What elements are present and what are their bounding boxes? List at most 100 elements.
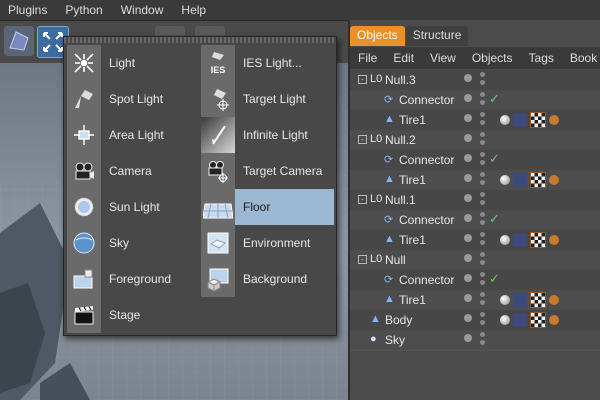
- editor-visibility-dot-icon[interactable]: [480, 92, 485, 97]
- render-visibility-dot-icon[interactable]: [480, 100, 485, 105]
- uvw-tag-icon[interactable]: [513, 293, 527, 307]
- tree-row-connector[interactable]: ⟳ Connector ✓: [350, 270, 600, 291]
- editor-visibility-dot-icon[interactable]: [480, 272, 485, 277]
- object-name[interactable]: Null.3: [385, 73, 416, 87]
- visibility-dot-icon[interactable]: [464, 274, 472, 282]
- render-visibility-dot-icon[interactable]: [480, 220, 485, 225]
- popup-item-light[interactable]: Light: [67, 45, 197, 81]
- enabled-check-icon[interactable]: ✓: [489, 151, 500, 167]
- render-visibility-dot-icon[interactable]: [480, 80, 485, 85]
- object-name[interactable]: Connector: [399, 153, 454, 167]
- visibility-dot-icon[interactable]: [464, 194, 472, 202]
- om-menu-view[interactable]: View: [422, 51, 464, 65]
- render-visibility-dot-icon[interactable]: [480, 300, 485, 305]
- expand-toggle[interactable]: -: [358, 135, 367, 144]
- visibility-dot-icon[interactable]: [464, 334, 472, 342]
- popup-item-ies-light[interactable]: IES IES Light...: [201, 45, 334, 81]
- menu-window[interactable]: Window: [113, 3, 174, 17]
- editor-visibility-dot-icon[interactable]: [480, 332, 485, 337]
- sphere-tag-icon[interactable]: [500, 175, 510, 185]
- tree-row-null[interactable]: - L0 Null.3: [350, 70, 600, 91]
- mat-tag-icon[interactable]: [549, 175, 559, 185]
- object-name[interactable]: Body: [385, 313, 412, 327]
- render-visibility-dot-icon[interactable]: [480, 120, 485, 125]
- expand-toggle[interactable]: -: [358, 195, 367, 204]
- model-tool-icon[interactable]: [4, 26, 34, 56]
- mat-tag-icon[interactable]: [549, 315, 559, 325]
- menu-plugins[interactable]: Plugins: [0, 3, 57, 17]
- popup-item-foreground[interactable]: Foreground: [67, 261, 197, 297]
- popup-drag-handle[interactable]: [64, 37, 336, 43]
- enabled-check-icon[interactable]: ✓: [489, 211, 500, 227]
- visibility-dot-icon[interactable]: [464, 94, 472, 102]
- render-visibility-dot-icon[interactable]: [480, 340, 485, 345]
- uvw-tag-icon[interactable]: [513, 113, 527, 127]
- popup-item-area-light[interactable]: Area Light: [67, 117, 197, 153]
- tex-tag-icon[interactable]: [530, 312, 546, 328]
- editor-visibility-dot-icon[interactable]: [480, 192, 485, 197]
- mat-tag-icon[interactable]: [549, 295, 559, 305]
- editor-visibility-dot-icon[interactable]: [480, 72, 485, 77]
- editor-visibility-dot-icon[interactable]: [480, 232, 485, 237]
- popup-item-floor[interactable]: Floor: [201, 189, 334, 225]
- tex-tag-icon[interactable]: [530, 112, 546, 128]
- object-name[interactable]: Tire1: [399, 233, 426, 247]
- tab-structure[interactable]: Structure: [405, 26, 469, 46]
- editor-visibility-dot-icon[interactable]: [480, 212, 485, 217]
- expand-toggle[interactable]: -: [358, 255, 367, 264]
- object-name[interactable]: Null.1: [385, 193, 416, 207]
- tree-row-tire[interactable]: ▲ Tire1: [350, 230, 600, 251]
- popup-item-spot-light[interactable]: Spot Light: [67, 81, 197, 117]
- tree-row-null[interactable]: - L0 Null.1: [350, 190, 600, 211]
- render-visibility-dot-icon[interactable]: [480, 260, 485, 265]
- visibility-dot-icon[interactable]: [464, 314, 472, 322]
- uvw-tag-icon[interactable]: [513, 313, 527, 327]
- visibility-dot-icon[interactable]: [464, 254, 472, 262]
- tree-row-body[interactable]: ▲ Body: [350, 310, 600, 331]
- editor-visibility-dot-icon[interactable]: [480, 312, 485, 317]
- popup-item-infinite-light[interactable]: Infinite Light: [201, 117, 334, 153]
- render-visibility-dot-icon[interactable]: [480, 200, 485, 205]
- uvw-tag-icon[interactable]: [513, 233, 527, 247]
- visibility-dot-icon[interactable]: [464, 74, 472, 82]
- sphere-tag-icon[interactable]: [500, 115, 510, 125]
- object-name[interactable]: Tire1: [399, 293, 426, 307]
- mat-tag-icon[interactable]: [549, 115, 559, 125]
- sphere-tag-icon[interactable]: [500, 295, 510, 305]
- render-visibility-dot-icon[interactable]: [480, 140, 485, 145]
- sphere-tag-icon[interactable]: [500, 235, 510, 245]
- render-visibility-dot-icon[interactable]: [480, 180, 485, 185]
- tab-objects[interactable]: Objects: [350, 26, 405, 46]
- tree-row-tire[interactable]: ▲ Tire1: [350, 170, 600, 191]
- editor-visibility-dot-icon[interactable]: [480, 252, 485, 257]
- object-name[interactable]: Tire1: [399, 113, 426, 127]
- mat-tag-icon[interactable]: [549, 235, 559, 245]
- om-menu-file[interactable]: File: [350, 51, 385, 65]
- popup-item-camera[interactable]: Camera: [67, 153, 197, 189]
- menu-python[interactable]: Python: [57, 3, 112, 17]
- popup-item-target-camera[interactable]: Target Camera: [201, 153, 334, 189]
- render-visibility-dot-icon[interactable]: [480, 320, 485, 325]
- object-name[interactable]: Tire1: [399, 173, 426, 187]
- om-menu-bookmarks[interactable]: Book: [562, 51, 600, 65]
- visibility-dot-icon[interactable]: [464, 234, 472, 242]
- popup-item-environment[interactable]: Environment: [201, 225, 334, 261]
- enabled-check-icon[interactable]: ✓: [489, 271, 500, 287]
- object-name[interactable]: Null: [385, 253, 406, 267]
- enabled-check-icon[interactable]: ✓: [489, 91, 500, 107]
- popup-item-background[interactable]: Background: [201, 261, 334, 297]
- editor-visibility-dot-icon[interactable]: [480, 152, 485, 157]
- tree-row-null[interactable]: - L0 Null.2: [350, 130, 600, 151]
- popup-item-stage[interactable]: Stage: [67, 297, 197, 333]
- object-name[interactable]: Connector: [399, 93, 454, 107]
- tex-tag-icon[interactable]: [530, 232, 546, 248]
- visibility-dot-icon[interactable]: [464, 214, 472, 222]
- om-menu-edit[interactable]: Edit: [385, 51, 422, 65]
- tex-tag-icon[interactable]: [530, 292, 546, 308]
- visibility-dot-icon[interactable]: [464, 154, 472, 162]
- visibility-dot-icon[interactable]: [464, 294, 472, 302]
- editor-visibility-dot-icon[interactable]: [480, 132, 485, 137]
- editor-visibility-dot-icon[interactable]: [480, 172, 485, 177]
- tree-row-connector[interactable]: ⟳ Connector ✓: [350, 90, 600, 111]
- popup-item-sun-light[interactable]: Sun Light: [67, 189, 197, 225]
